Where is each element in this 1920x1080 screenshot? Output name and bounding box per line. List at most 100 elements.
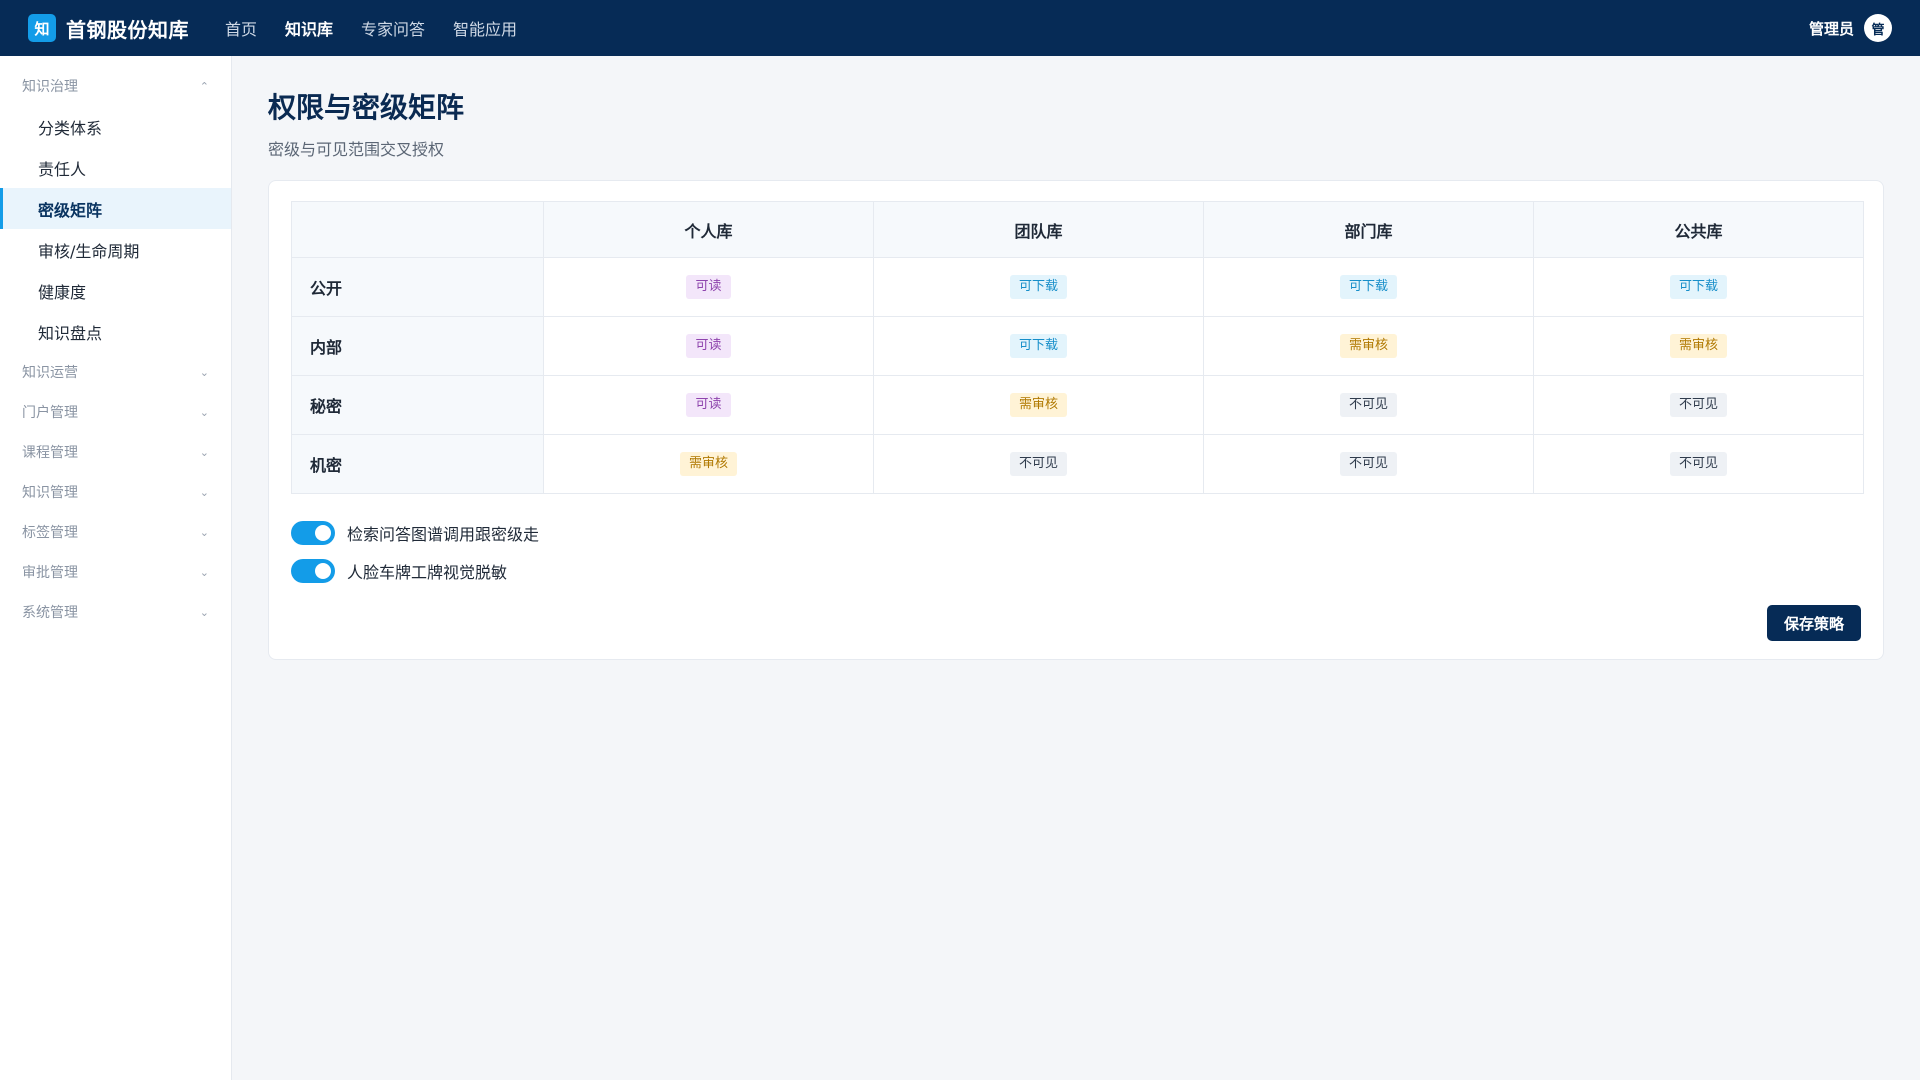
matrix-cell[interactable]: 不可见 bbox=[873, 434, 1204, 494]
sidebar-group-label: 系统管理 bbox=[22, 605, 78, 621]
chevron-down-icon: ⌄ bbox=[199, 445, 209, 459]
brand-title[interactable]: 首钢股份知库 bbox=[66, 14, 189, 43]
page-subtitle: 密级与可见范围交叉授权 bbox=[268, 140, 445, 159]
toggle-switch[interactable] bbox=[291, 559, 335, 583]
sidebar-item-taxonomy[interactable]: 分类体系 bbox=[0, 106, 231, 147]
toggle-label: 人脸车牌工牌视觉脱敏 bbox=[347, 563, 508, 582]
row-header: 公开 bbox=[291, 257, 544, 317]
row-header: 内部 bbox=[291, 316, 544, 376]
matrix-cell[interactable]: 需审核 bbox=[543, 434, 874, 494]
permission-tag[interactable]: 可读 bbox=[686, 334, 731, 358]
nav-knowledge-base[interactable]: 知识库 bbox=[285, 16, 333, 40]
chevron-down-icon: ⌄ bbox=[199, 405, 209, 419]
top-nav: 首页 知识库 专家问答 智能应用 bbox=[225, 16, 545, 40]
chevron-down-icon: ⌄ bbox=[199, 565, 209, 579]
nav-expert-qa[interactable]: 专家问答 bbox=[361, 16, 425, 40]
toggle-switch[interactable] bbox=[291, 521, 335, 545]
chevron-down-icon: ⌄ bbox=[199, 365, 209, 379]
sidebar-group-approval[interactable]: 审批管理 ⌄ bbox=[0, 552, 231, 592]
table-header-row: 个人库 团队库 部门库 公共库 bbox=[291, 201, 1864, 258]
matrix-cell[interactable]: 不可见 bbox=[1203, 434, 1534, 494]
permission-tag[interactable]: 可下载 bbox=[1669, 275, 1727, 299]
permission-tag[interactable]: 需审核 bbox=[1339, 334, 1397, 358]
sidebar-group-label: 课程管理 bbox=[22, 445, 78, 461]
permission-tag[interactable]: 不可见 bbox=[1339, 393, 1397, 417]
permission-tag[interactable]: 可下载 bbox=[1009, 334, 1067, 358]
matrix-cell[interactable]: 不可见 bbox=[1533, 375, 1864, 435]
matrix-cell[interactable]: 可读 bbox=[543, 257, 874, 317]
toggle-label: 检索问答图谱调用跟密级走 bbox=[347, 525, 540, 544]
toggle-knob bbox=[315, 525, 331, 541]
permission-tag[interactable]: 需审核 bbox=[679, 452, 737, 476]
sidebar-group-label: 标签管理 bbox=[22, 525, 78, 541]
column-header: 团队库 bbox=[873, 201, 1204, 258]
chevron-down-icon: ⌄ bbox=[199, 525, 209, 539]
row-header: 机密 bbox=[291, 434, 544, 494]
save-policy-button[interactable]: 保存策略 bbox=[1767, 605, 1861, 641]
sidebar-group-label: 知识管理 bbox=[22, 485, 78, 501]
matrix-cell[interactable]: 可下载 bbox=[873, 257, 1204, 317]
sidebar-group-tags[interactable]: 标签管理 ⌄ bbox=[0, 512, 231, 552]
table-row: 机密 需审核 不可见 不可见 不可见 bbox=[291, 434, 1864, 494]
corner-cell bbox=[291, 201, 544, 258]
avatar[interactable]: 管 bbox=[1864, 14, 1892, 42]
sidebar-group-courses[interactable]: 课程管理 ⌄ bbox=[0, 432, 231, 472]
table-row: 内部 可读 可下载 需审核 需审核 bbox=[291, 316, 1864, 376]
toggle-list: 检索问答图谱调用跟密级走 人脸车牌工牌视觉脱敏 bbox=[291, 514, 1861, 590]
permission-tag[interactable]: 可下载 bbox=[1009, 275, 1067, 299]
sidebar-group-operations[interactable]: 知识运营 ⌄ bbox=[0, 352, 231, 392]
permission-tag[interactable]: 不可见 bbox=[1669, 393, 1727, 417]
sidebar-item-health[interactable]: 健康度 bbox=[0, 270, 231, 311]
matrix-cell[interactable]: 不可见 bbox=[1203, 375, 1534, 435]
nav-home[interactable]: 首页 bbox=[225, 16, 257, 40]
user-menu[interactable]: 管理员 管 bbox=[1809, 14, 1892, 42]
sidebar-item-security-matrix[interactable]: 密级矩阵 bbox=[0, 188, 231, 229]
row-header: 秘密 bbox=[291, 375, 544, 435]
top-bar: 知 首钢股份知库 首页 知识库 专家问答 智能应用 管理员 管 bbox=[0, 0, 1920, 56]
matrix-cell[interactable]: 可下载 bbox=[1533, 257, 1864, 317]
permission-tag[interactable]: 不可见 bbox=[1009, 452, 1067, 476]
matrix-card: 个人库 团队库 部门库 公共库 公开 可读 可下载 可下载 可下载 内部 可读 bbox=[268, 180, 1884, 660]
column-header: 公共库 bbox=[1533, 201, 1864, 258]
sidebar-item-owner[interactable]: 责任人 bbox=[0, 147, 231, 188]
permission-tag[interactable]: 可下载 bbox=[1339, 275, 1397, 299]
matrix-cell[interactable]: 可下载 bbox=[873, 316, 1204, 376]
sidebar-group-portal[interactable]: 门户管理 ⌄ bbox=[0, 392, 231, 432]
matrix-cell[interactable]: 可下载 bbox=[1203, 257, 1534, 317]
chevron-down-icon: ⌄ bbox=[199, 485, 209, 499]
logo-icon[interactable]: 知 bbox=[28, 14, 56, 42]
page-title: 权限与密级矩阵 bbox=[268, 91, 465, 124]
permission-tag[interactable]: 可读 bbox=[686, 275, 731, 299]
matrix-cell[interactable]: 可读 bbox=[543, 316, 874, 376]
sidebar-group-knowledge[interactable]: 知识管理 ⌄ bbox=[0, 472, 231, 512]
matrix-cell[interactable]: 不可见 bbox=[1533, 434, 1864, 494]
sidebar-group-label: 审批管理 bbox=[22, 565, 78, 581]
matrix-cell[interactable]: 需审核 bbox=[873, 375, 1204, 435]
toggle-row-search-follow-level: 检索问答图谱调用跟密级走 bbox=[291, 514, 1861, 552]
permission-tag[interactable]: 不可见 bbox=[1669, 452, 1727, 476]
permission-tag[interactable]: 不可见 bbox=[1339, 452, 1397, 476]
sidebar-item-review-lifecycle[interactable]: 审核/生命周期 bbox=[0, 229, 231, 270]
user-name[interactable]: 管理员 bbox=[1809, 18, 1854, 39]
sidebar-item-inventory[interactable]: 知识盘点 bbox=[0, 311, 231, 352]
chevron-down-icon: ⌄ bbox=[199, 605, 209, 619]
sidebar-group-label: 门户管理 bbox=[22, 405, 78, 421]
matrix-cell[interactable]: 可读 bbox=[543, 375, 874, 435]
main-content: 权限与密级矩阵 密级与可见范围交叉授权 个人库 团队库 部门库 公共库 公开 可… bbox=[268, 56, 1884, 660]
toggle-knob bbox=[315, 563, 331, 579]
nav-smart-apps[interactable]: 智能应用 bbox=[453, 16, 517, 40]
toggle-row-visual-masking: 人脸车牌工牌视觉脱敏 bbox=[291, 552, 1861, 590]
matrix-cell[interactable]: 需审核 bbox=[1533, 316, 1864, 376]
sidebar-group-system[interactable]: 系统管理 ⌄ bbox=[0, 592, 231, 632]
table-row: 秘密 可读 需审核 不可见 不可见 bbox=[291, 375, 1864, 435]
column-header: 部门库 bbox=[1203, 201, 1534, 258]
permission-tag[interactable]: 需审核 bbox=[1669, 334, 1727, 358]
matrix-cell[interactable]: 需审核 bbox=[1203, 316, 1534, 376]
permission-tag[interactable]: 需审核 bbox=[1009, 393, 1067, 417]
column-header: 个人库 bbox=[543, 201, 874, 258]
sidebar-group-label: 知识运营 bbox=[22, 365, 78, 381]
sidebar-group-governance[interactable]: 知识治理 ⌃ bbox=[0, 66, 231, 106]
sidebar: 知识治理 ⌃ 分类体系 责任人 密级矩阵 审核/生命周期 健康度 知识盘点 知识… bbox=[0, 56, 232, 1080]
sidebar-group-label: 知识治理 bbox=[22, 79, 78, 95]
permission-tag[interactable]: 可读 bbox=[686, 393, 731, 417]
